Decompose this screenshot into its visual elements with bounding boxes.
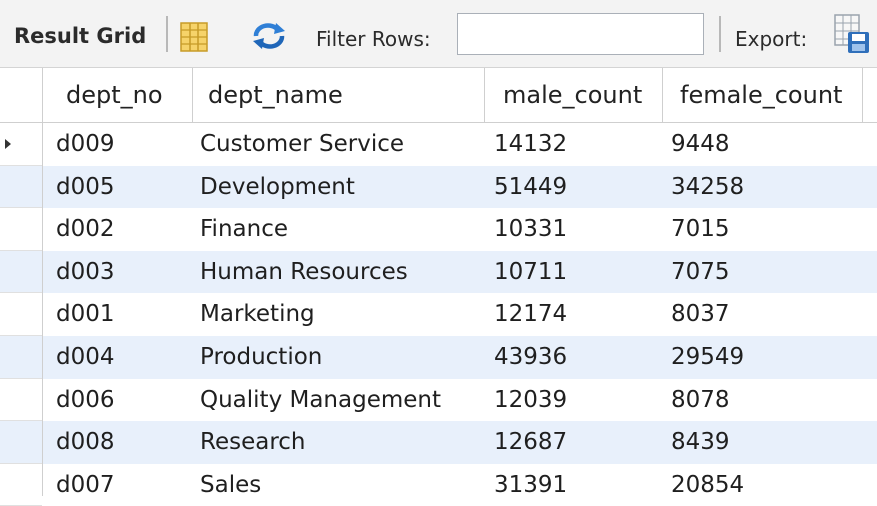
cell-dept-name[interactable]: Finance xyxy=(200,208,288,251)
cell-female-count[interactable]: 7075 xyxy=(671,251,730,294)
cell-male-count[interactable]: 12174 xyxy=(494,293,567,336)
cell-dept-name[interactable]: Research xyxy=(200,421,306,464)
cell-dept-no[interactable]: d009 xyxy=(56,123,115,166)
cell-dept-no[interactable]: d005 xyxy=(56,166,115,209)
cell-female-count[interactable]: 9448 xyxy=(671,123,730,166)
export-label: Export: xyxy=(735,27,808,51)
column-header-male-count[interactable]: male_count xyxy=(503,68,642,123)
column-header-female-count[interactable]: female_count xyxy=(680,68,842,123)
cell-female-count[interactable]: 8037 xyxy=(671,293,730,336)
column-divider[interactable] xyxy=(484,68,485,123)
refresh-icon[interactable] xyxy=(250,22,288,50)
cell-male-count[interactable]: 31391 xyxy=(494,464,567,506)
grid-header-row: dept_no dept_name male_count female_coun… xyxy=(0,68,877,123)
filter-rows-label: Filter Rows: xyxy=(316,27,431,51)
table-row[interactable]: d001 Marketing 12174 8037 xyxy=(0,293,877,336)
cell-dept-name[interactable]: Sales xyxy=(200,464,261,506)
cell-dept-name[interactable]: Development xyxy=(200,166,355,209)
cell-dept-name[interactable]: Customer Service xyxy=(200,123,404,166)
cell-male-count[interactable]: 10711 xyxy=(494,251,567,294)
cell-dept-name[interactable]: Quality Management xyxy=(200,379,441,422)
table-row[interactable]: d006 Quality Management 12039 8078 xyxy=(0,378,877,422)
column-divider xyxy=(42,68,43,496)
cell-male-count[interactable]: 10331 xyxy=(494,208,567,251)
column-header-dept-name[interactable]: dept_name xyxy=(208,68,343,123)
grid-layout-icon[interactable] xyxy=(180,22,208,52)
cell-female-count[interactable]: 8078 xyxy=(671,379,730,422)
column-header-dept-no[interactable]: dept_no xyxy=(66,68,163,123)
cell-dept-name[interactable]: Marketing xyxy=(200,293,315,336)
cell-female-count[interactable]: 20854 xyxy=(671,464,744,506)
table-row[interactable]: d004 Production 43936 29549 xyxy=(0,336,877,379)
cell-dept-no[interactable]: d007 xyxy=(56,464,115,506)
cell-dept-no[interactable]: d003 xyxy=(56,251,115,294)
cell-dept-no[interactable]: d008 xyxy=(56,421,115,464)
cell-dept-no[interactable]: d004 xyxy=(56,336,115,379)
cell-male-count[interactable]: 43936 xyxy=(494,336,567,379)
cell-male-count[interactable]: 51449 xyxy=(494,166,567,209)
table-row[interactable]: d005 Development 51449 34258 xyxy=(0,165,877,209)
export-icon[interactable] xyxy=(834,14,870,54)
cell-dept-no[interactable]: d002 xyxy=(56,208,115,251)
table-row[interactable]: d008 Research 12687 8439 xyxy=(0,421,877,464)
result-grid-title: Result Grid xyxy=(14,24,147,48)
cell-dept-name[interactable]: Human Resources xyxy=(200,251,408,294)
cell-dept-no[interactable]: d006 xyxy=(56,379,115,422)
cell-male-count[interactable]: 14132 xyxy=(494,123,567,166)
table-row[interactable]: d009 Customer Service 14132 9448 xyxy=(0,123,877,166)
current-row-marker-icon xyxy=(5,139,11,150)
cell-male-count[interactable]: 12687 xyxy=(494,421,567,464)
column-divider[interactable] xyxy=(662,68,663,123)
result-grid-toolbar: Result Grid Filter Rows: Export: xyxy=(0,0,877,68)
cell-female-count[interactable]: 34258 xyxy=(671,166,744,209)
filter-rows-input[interactable] xyxy=(457,13,704,55)
cell-female-count[interactable]: 8439 xyxy=(671,421,730,464)
column-divider[interactable] xyxy=(192,68,193,123)
cell-male-count[interactable]: 12039 xyxy=(494,379,567,422)
result-grid[interactable]: dept_no dept_name male_count female_coun… xyxy=(0,68,877,506)
cell-dept-name[interactable]: Production xyxy=(200,336,322,379)
toolbar-separator xyxy=(719,16,721,52)
toolbar-separator xyxy=(166,16,168,52)
cell-dept-no[interactable]: d001 xyxy=(56,293,115,336)
table-row[interactable]: d002 Finance 10331 7015 xyxy=(0,208,877,251)
table-row[interactable]: d003 Human Resources 10711 7075 xyxy=(0,250,877,294)
cell-female-count[interactable]: 7015 xyxy=(671,208,730,251)
cell-female-count[interactable]: 29549 xyxy=(671,336,744,379)
table-row[interactable]: d007 Sales 31391 20854 xyxy=(0,463,877,506)
column-divider[interactable] xyxy=(862,68,863,123)
